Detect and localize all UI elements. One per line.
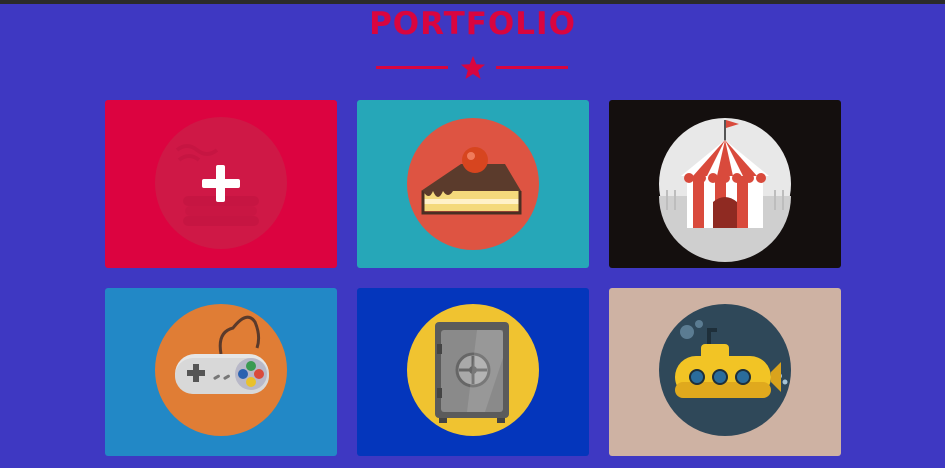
portfolio-item-cake[interactable] <box>357 100 589 268</box>
divider-line-right <box>496 66 568 69</box>
gamepad-icon <box>155 304 287 436</box>
submarine-icon <box>659 304 791 436</box>
title-divider <box>376 55 570 81</box>
portfolio-item-safe[interactable] <box>357 288 589 456</box>
safe-icon <box>407 304 539 436</box>
portfolio-item-gamepad[interactable] <box>105 288 337 456</box>
cake-slice-icon <box>407 118 539 250</box>
divider-line-left <box>376 66 448 69</box>
page-title: PORTFOLIO <box>369 6 576 42</box>
portfolio-item-circus[interactable] <box>609 100 841 268</box>
portfolio-item-submarine[interactable] <box>609 288 841 456</box>
star-icon <box>461 56 485 79</box>
pancakes-icon <box>155 117 287 249</box>
circus-tent-icon <box>659 118 791 262</box>
top-bar <box>0 0 945 4</box>
portfolio-item-pancakes[interactable] <box>105 100 337 268</box>
